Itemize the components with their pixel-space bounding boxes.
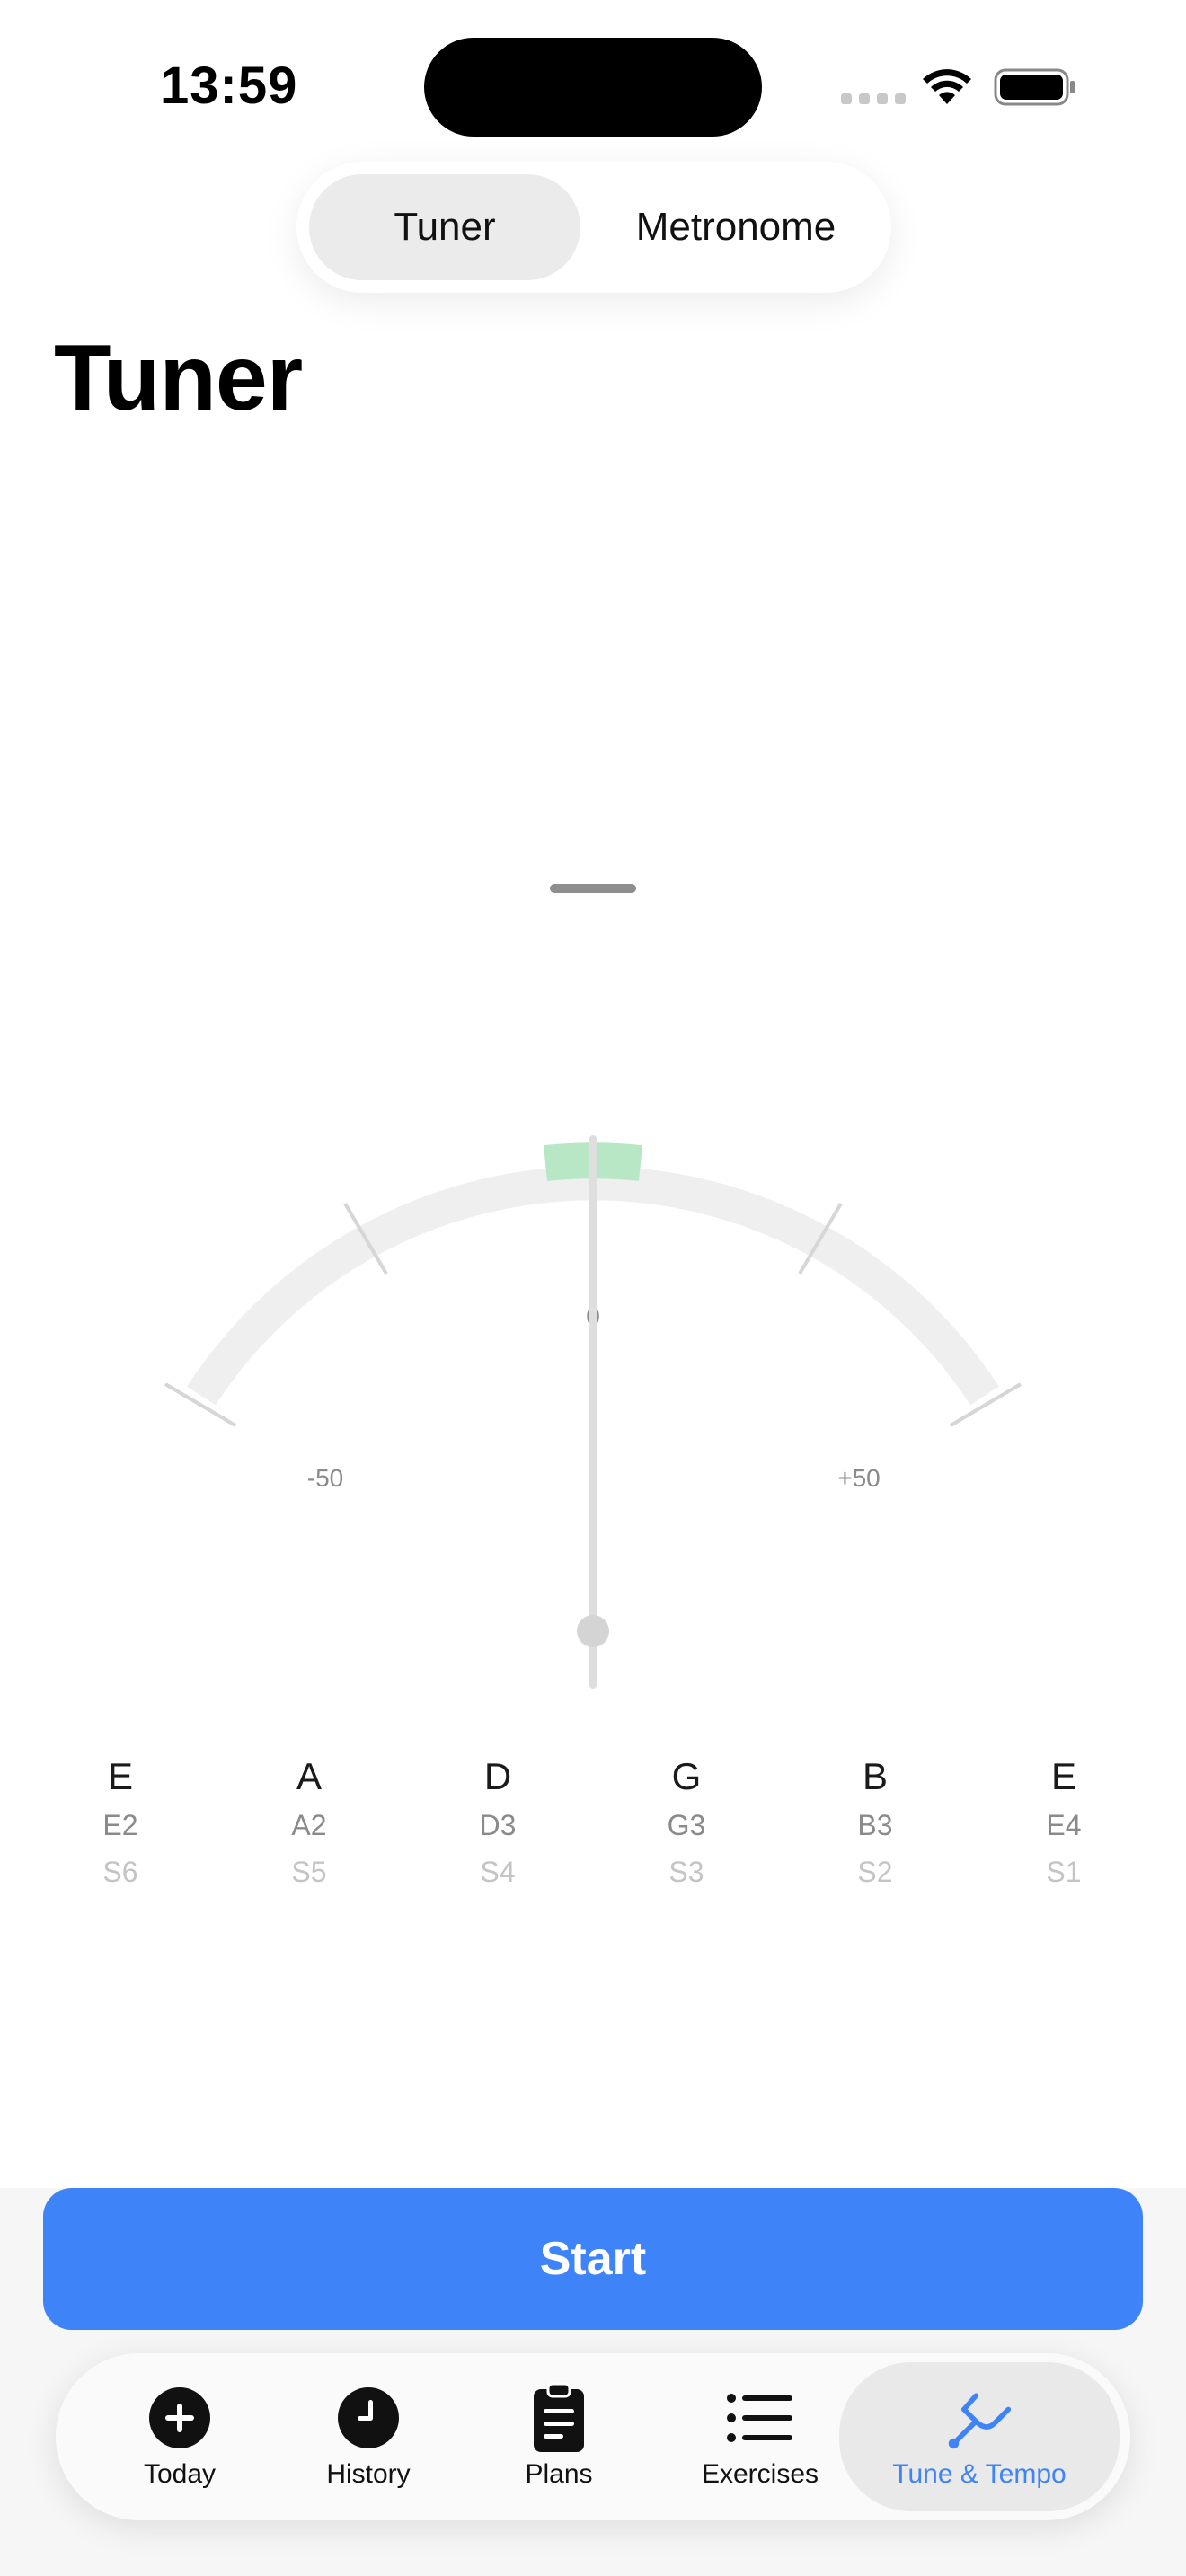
- string-item-s5[interactable]: A A2 S5: [237, 1751, 381, 1895]
- string-pitch: D3: [479, 1809, 517, 1841]
- tab-exercises[interactable]: Exercises: [670, 2353, 850, 2520]
- string-list: E E2 S6 A A2 S5 D D3 S4 G G3 S3 B B3 S2 …: [0, 1751, 1186, 1904]
- gauge-label-plus-50: +50: [837, 1464, 881, 1492]
- tab-history[interactable]: History: [279, 2353, 458, 2520]
- string-item-s3[interactable]: G G3 S3: [615, 1751, 758, 1895]
- string-number: S3: [668, 1856, 704, 1888]
- tab-today[interactable]: Today: [90, 2353, 270, 2520]
- drag-handle[interactable]: [550, 884, 636, 893]
- dynamic-island: [424, 38, 762, 137]
- tab-plans-label: Plans: [525, 2459, 593, 2489]
- string-number: S4: [480, 1856, 516, 1888]
- tab-plans[interactable]: Plans: [469, 2353, 649, 2520]
- string-note: D: [483, 1755, 512, 1797]
- string-number: S1: [1046, 1856, 1082, 1888]
- string-note: E: [1050, 1755, 1076, 1797]
- tab-tune-and-tempo-label: Tune & Tempo: [892, 2459, 1067, 2489]
- mode-segmented-control: Tuner Metronome: [296, 162, 891, 293]
- string-pitch: G3: [667, 1809, 706, 1841]
- string-note: A: [296, 1755, 322, 1797]
- string-pitch: E4: [1046, 1809, 1082, 1841]
- start-button[interactable]: Start: [43, 2188, 1143, 2330]
- string-note: G: [671, 1755, 702, 1797]
- cellular-signal-icon: [841, 93, 906, 104]
- list-icon: [726, 2384, 794, 2452]
- string-number: S2: [857, 1856, 893, 1888]
- tab-history-label: History: [326, 2459, 411, 2489]
- tab-bar: Today History Plans Exercises Tune & Tem…: [56, 2353, 1130, 2520]
- tab-tune-and-tempo[interactable]: Tune & Tempo: [839, 2362, 1120, 2511]
- tuning-gauge: 0 -50 +50: [164, 1135, 1022, 1689]
- tab-metronome[interactable]: Metronome: [593, 174, 879, 280]
- string-pitch: B3: [857, 1809, 893, 1841]
- string-item-s4[interactable]: D D3 S4: [426, 1751, 570, 1895]
- string-pitch: A2: [291, 1809, 327, 1841]
- gauge-label-minus-50: -50: [307, 1464, 343, 1492]
- string-pitch: E2: [102, 1809, 138, 1841]
- string-note: E: [107, 1755, 133, 1797]
- string-number: S5: [291, 1856, 327, 1888]
- tuning-fork-icon: [945, 2384, 1013, 2452]
- string-item-s6[interactable]: E E2 S6: [49, 1751, 192, 1895]
- string-item-s1[interactable]: E E4 S1: [992, 1751, 1136, 1895]
- string-number: S6: [102, 1856, 138, 1888]
- clock-icon: [334, 2384, 403, 2452]
- string-note: B: [862, 1755, 888, 1797]
- page-title: Tuner: [54, 326, 303, 430]
- plus-circle-icon: [146, 2384, 214, 2452]
- tab-tuner[interactable]: Tuner: [309, 174, 580, 280]
- tab-metronome-label: Metronome: [635, 205, 836, 249]
- status-time: 13:59: [160, 57, 298, 115]
- tab-tuner-label: Tuner: [394, 205, 496, 249]
- gauge-needle: [577, 1135, 609, 1689]
- tab-today-label: Today: [143, 2459, 217, 2489]
- clipboard-icon: [525, 2382, 593, 2452]
- battery-icon: [994, 68, 1075, 106]
- needle-pivot: [577, 1615, 609, 1647]
- tuner-screen: 13:59 Tuner Metronome Tuner 0 -50 +50: [0, 0, 1186, 2576]
- wifi-icon: [923, 69, 971, 104]
- string-item-s2[interactable]: B B3 S2: [803, 1751, 947, 1895]
- tab-exercises-label: Exercises: [701, 2459, 819, 2489]
